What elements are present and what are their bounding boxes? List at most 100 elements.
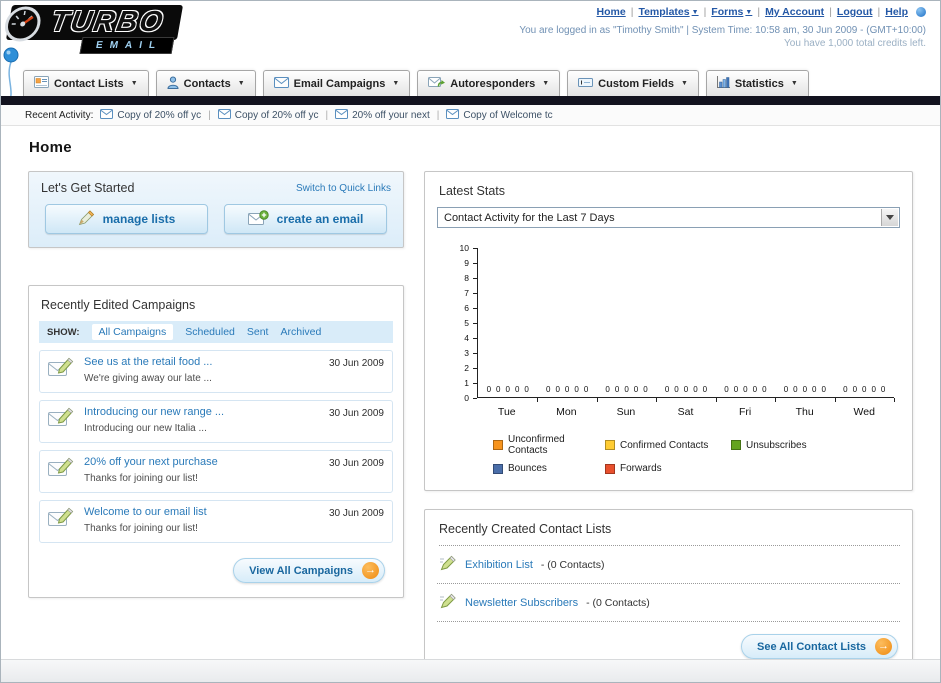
arrow-right-icon: → — [362, 562, 379, 579]
recent-activity-item[interactable]: Copy of 20% off yc — [217, 108, 318, 122]
see-all-contact-lists-button[interactable]: See All Contact Lists → — [740, 634, 898, 659]
x-axis-label: Sat — [677, 406, 694, 418]
envelope-plus-icon — [247, 210, 269, 228]
manage-lists-button[interactable]: manage lists — [45, 204, 208, 234]
chevron-down-icon: ▼ — [392, 80, 400, 87]
bar-value-label: 0 — [702, 385, 708, 394]
custom-fields-icon — [578, 77, 594, 91]
campaign-title-link[interactable]: 20% off your next purchase — [84, 456, 320, 468]
bar-value-label: 0 — [683, 385, 689, 394]
chevron-down-icon — [881, 209, 898, 226]
legend-swatch — [493, 463, 503, 474]
tab-custom-fields[interactable]: Custom Fields ▼ — [567, 70, 699, 96]
tab-email-campaigns[interactable]: Email Campaigns ▼ — [262, 70, 411, 96]
chevron-down-icon: ▼ — [745, 8, 753, 16]
envelope-icon — [217, 108, 231, 122]
switch-quick-links-link[interactable]: Switch to Quick Links — [296, 183, 391, 194]
contact-lists-panel-title: Recently Created Contact Lists — [439, 522, 900, 546]
autoresponders-icon — [428, 76, 446, 91]
bar-value-label: 0 — [624, 385, 629, 394]
filter-archived[interactable]: Archived — [280, 326, 321, 338]
bar-value-label: 0 — [802, 385, 808, 394]
top-link-help[interactable]: Help — [885, 6, 908, 18]
pencil-icon — [439, 593, 457, 612]
bar-value-label: 0 — [546, 385, 551, 394]
separator: | — [325, 109, 329, 121]
contact-list-link[interactable]: Exhibition List — [465, 559, 533, 571]
legend-swatch — [605, 463, 615, 474]
campaign-title-link[interactable]: Welcome to our email list — [84, 506, 320, 518]
bar-value-label: 0 — [583, 385, 589, 394]
chart-x-labels: Tue Mon Sun Sat Fri Thu Wed — [477, 406, 894, 418]
top-link-logout[interactable]: Logout — [837, 6, 873, 18]
legend-item: Unsubscribes — [731, 434, 900, 456]
campaign-row: See us at the retail food ... We're givi… — [39, 350, 393, 393]
top-link-forms[interactable]: Forms ▼ — [711, 6, 752, 18]
bar-value-label: 0 — [852, 385, 858, 394]
separator: | — [436, 109, 440, 121]
recent-campaigns-panel: Recently Edited Campaigns SHOW: All Camp… — [28, 285, 404, 598]
chart-plot: 00000000000000000000000000000000000 — [477, 248, 896, 402]
bar-value-label: 0 — [793, 385, 798, 394]
bar-group: 00000 — [716, 248, 777, 402]
bar-value-label: 0 — [633, 385, 639, 394]
tab-statistics[interactable]: Statistics ▼ — [705, 70, 809, 96]
separator: | — [208, 109, 211, 121]
legend-label: Confirmed Contacts — [620, 439, 709, 451]
recent-contact-lists-panel: Recently Created Contact Lists Exhibitio… — [424, 509, 913, 674]
contact-list-count: - (0 Contacts) — [540, 558, 605, 571]
pencil-icon — [78, 209, 95, 229]
nav-divider-bar — [1, 96, 940, 105]
envelope-icon — [100, 108, 114, 122]
legend-item: Bounces — [493, 463, 605, 474]
filter-sent[interactable]: Sent — [247, 326, 269, 338]
legend-label: Unsubscribes — [746, 439, 807, 451]
contact-list-count: - (0 Contacts) — [586, 596, 650, 609]
speedometer-icon — [1, 4, 46, 49]
campaign-row: Welcome to our email list Thanks for joi… — [39, 500, 393, 543]
recent-activity-item[interactable]: Copy of Welcome tc — [446, 108, 553, 122]
stats-legend: Unconfirmed Contacts Confirmed Contacts Un… — [493, 434, 900, 474]
x-axis-label: Mon — [556, 406, 577, 418]
latest-stats-panel: Latest Stats Contact Activity for the La… — [424, 171, 913, 491]
campaign-edit-icon — [48, 507, 75, 533]
filter-scheduled[interactable]: Scheduled — [185, 326, 235, 338]
top-link-my-account[interactable]: My Account — [765, 6, 824, 18]
bar-value-label: 0 — [752, 385, 758, 394]
top-link-home[interactable]: Home — [597, 6, 626, 18]
top-link-templates[interactable]: Templates ▼ — [638, 6, 698, 18]
x-axis-label: Fri — [738, 406, 752, 418]
campaign-title-link[interactable]: Introducing our new range ... — [84, 406, 320, 418]
contact-activity-chart: 10 9 8 7 6 5 4 3 2 1 0 000000000000000000000000000… — [451, 243, 896, 418]
bar-value-label: 0 — [555, 385, 560, 394]
bar-value-label: 0 — [762, 385, 767, 394]
create-email-button[interactable]: create an email — [224, 204, 387, 234]
recent-activity-bar: Recent Activity: Copy of 20% off yc | Co… — [1, 105, 940, 126]
contact-list-link[interactable]: Newsletter Subscribers — [465, 597, 578, 609]
tab-contacts[interactable]: Contacts ▼ — [155, 70, 256, 96]
chevron-down-icon: ▼ — [237, 80, 245, 87]
help-icon[interactable] — [916, 7, 926, 17]
stats-panel-title: Latest Stats — [439, 184, 506, 198]
bar-value-label: 0 — [880, 385, 886, 394]
bar-value-label: 0 — [643, 385, 648, 394]
stats-period-select[interactable]: Contact Activity for the Last 7 Days — [437, 207, 900, 228]
tab-contact-lists[interactable]: Contact Lists ▼ — [23, 70, 149, 96]
bar-value-label: 0 — [505, 385, 510, 394]
page-footer — [1, 659, 940, 682]
legend-swatch — [731, 440, 741, 450]
legend-item: Forwards — [605, 463, 731, 474]
bar-value-label: 0 — [693, 385, 698, 394]
campaign-date: 30 Jun 2009 — [328, 408, 384, 419]
x-axis-label: Thu — [795, 406, 814, 418]
bar-group: 00000 — [656, 248, 718, 402]
campaign-title-link[interactable]: See us at the retail food ... — [84, 356, 320, 368]
show-label: SHOW: — [47, 326, 80, 338]
contact-lists-icon — [34, 76, 49, 91]
tab-autoresponders[interactable]: Autoresponders ▼ — [417, 70, 561, 96]
chevron-down-icon: ▼ — [542, 80, 550, 87]
recent-activity-item[interactable]: Copy of 20% off yc — [100, 108, 201, 122]
filter-all-campaigns[interactable]: All Campaigns — [91, 324, 174, 340]
recent-activity-item[interactable]: 20% off your next — [335, 108, 430, 122]
view-all-campaigns-button[interactable]: View All Campaigns → — [233, 558, 385, 583]
